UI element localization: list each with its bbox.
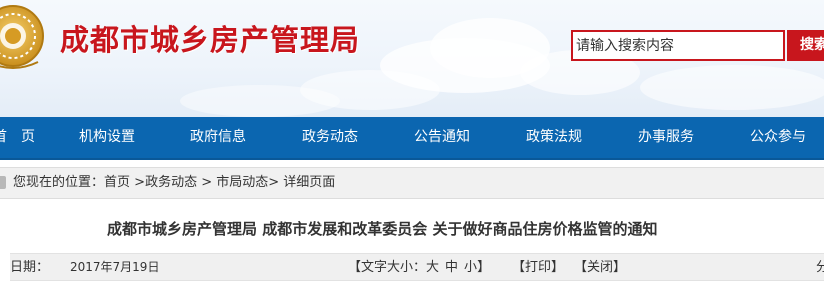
breadcrumb-trail: 您现在的位置：首页 >政务动态 > 市局动态> 详细页面 — [13, 168, 335, 198]
article-info-bar: 日期： 2017年7月19日 【文字大小：大中小】 【打印】 【关闭】 分 — [10, 253, 824, 281]
main-nav: 首 页 机构设置 政府信息 政务动态 公告通知 政策法规 办事服务 公众参与 — [0, 117, 824, 160]
nav-item-services[interactable]: 办事服务 — [638, 117, 694, 158]
font-size-large-link[interactable]: 大 — [426, 260, 439, 275]
share-label: 分 — [816, 260, 824, 275]
article-title: 成都市城乡房产管理局 成都市发展和改革委员会 关于做好商品住房价格监管的通知 — [107, 220, 658, 238]
nav-item-gov-news[interactable]: 政务动态 — [302, 117, 358, 158]
breadcrumb-home-link[interactable]: 首页 — [104, 175, 130, 190]
breadcrumb-current: > 详细页面 — [268, 175, 336, 190]
breadcrumb-gov-news-link[interactable]: >政务动态 — [134, 175, 197, 190]
font-size-small-link[interactable]: 小 — [464, 260, 477, 275]
nav-item-organization[interactable]: 机构设置 — [79, 117, 135, 158]
site-title: 成都市城乡房产管理局 — [60, 23, 361, 57]
font-size-label: 【文字大小： — [348, 260, 427, 275]
nav-item-announcements[interactable]: 公告通知 — [414, 117, 470, 158]
print-link[interactable]: 【打印】 — [512, 254, 564, 281]
nav-item-policies[interactable]: 政策法规 — [526, 117, 582, 158]
sun-bird-logo-icon[interactable] — [0, 2, 46, 74]
font-size-close: 】 — [477, 260, 491, 275]
cloud-decoration — [640, 65, 824, 110]
date-label: 日期： — [10, 260, 50, 275]
search-box — [571, 30, 785, 61]
breadcrumb-bureau-news-link[interactable]: > 市局动态 — [201, 175, 268, 190]
breadcrumb: 您现在的位置：首页 >政务动态 > 市局动态> 详细页面 — [0, 167, 824, 199]
site-header: 成都市城乡房产管理局 搜索 — [0, 0, 824, 117]
cloud-decoration — [180, 85, 340, 117]
location-icon — [0, 176, 6, 189]
nav-item-participation[interactable]: 公众参与 — [750, 117, 806, 158]
nav-item-gov-info[interactable]: 政府信息 — [190, 117, 246, 158]
font-size-control: 【文字大小：大中小】 — [348, 254, 490, 281]
date-value: 2017年7月19日 — [70, 260, 160, 274]
breadcrumb-prefix: 您现在的位置： — [13, 175, 105, 190]
nav-item-home[interactable]: 首 页 — [0, 117, 35, 158]
font-size-medium-link[interactable]: 中 — [445, 260, 458, 275]
search-button[interactable]: 搜索 — [787, 30, 824, 61]
search-input[interactable] — [573, 32, 783, 59]
close-link[interactable]: 【关闭】 — [574, 254, 626, 281]
